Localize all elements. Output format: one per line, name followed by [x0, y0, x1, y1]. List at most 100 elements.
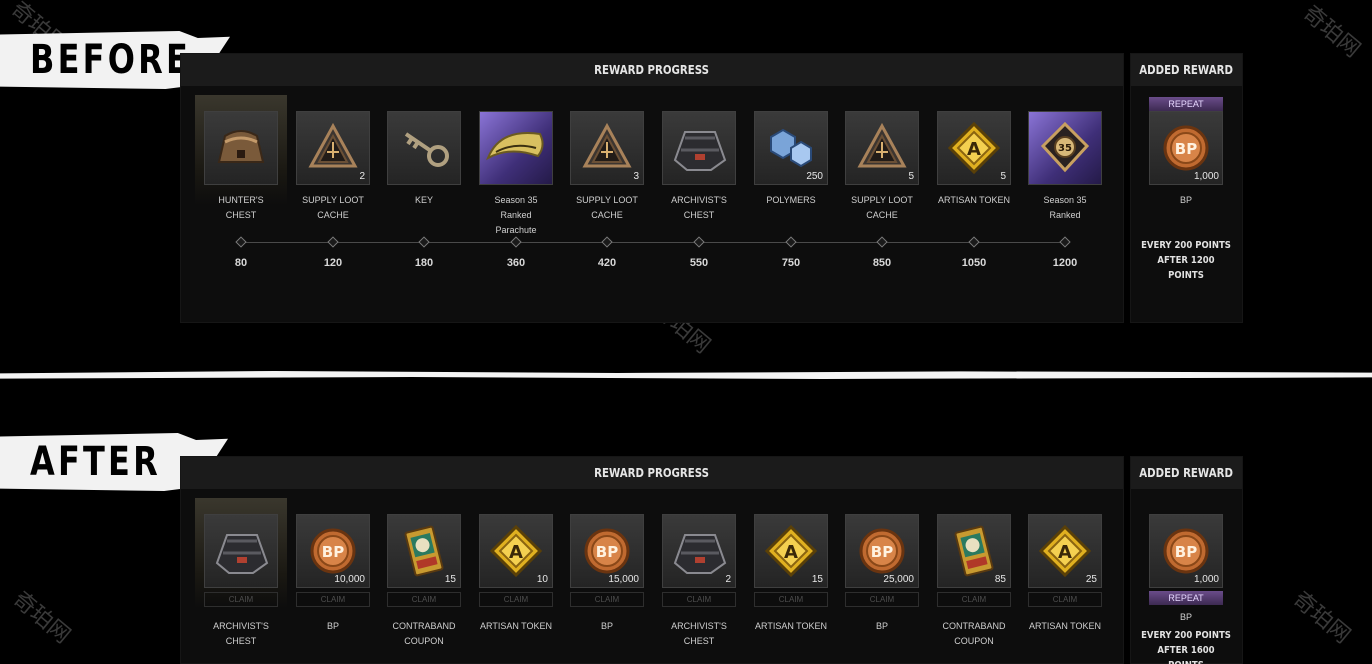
points-threshold: 750: [781, 257, 801, 269]
quantity: 5: [1000, 171, 1006, 182]
before-reward-slot[interactable]: KEY: [387, 111, 461, 208]
reward-name: BP: [600, 621, 613, 631]
svg-text:BP: BP: [871, 543, 893, 561]
quantity: 10,000: [334, 574, 365, 585]
quantity: 3: [633, 171, 639, 182]
artisan-token-icon: A 10: [479, 514, 553, 588]
points-threshold: 1050: [961, 257, 987, 269]
before-reward-slot[interactable]: Season 35 Ranked Parachute: [479, 111, 553, 238]
reward-name: ARCHIVIST'S CHEST: [671, 621, 727, 646]
section-divider: [0, 371, 1372, 379]
contraband-coupon-icon: 15: [387, 514, 461, 588]
svg-text:BP: BP: [1175, 543, 1197, 561]
before-reward-slot[interactable]: 250 POLYMERS: [754, 111, 828, 208]
after-reward-slot[interactable]: BP 25,000 CLAIM BP: [845, 514, 919, 634]
parachute-icon: [479, 111, 553, 185]
reward-name: BP: [875, 621, 888, 631]
points-threshold: 120: [323, 257, 343, 269]
reward-name: Season 35 Ranked: [1043, 195, 1087, 220]
reward-name: POLYMERS: [766, 195, 816, 205]
quantity: 10: [536, 574, 548, 585]
after-reward-slot[interactable]: A 15 CLAIM ARTISAN TOKEN: [754, 514, 828, 634]
bp-coin-icon: BP 25,000: [845, 514, 919, 588]
reward-name: KEY: [414, 195, 433, 205]
quantity: 5: [908, 171, 914, 182]
after-reward-slot[interactable]: 15 CLAIM CONTRABAND COUPON: [387, 514, 461, 649]
after-added-reward-name: BP: [1179, 612, 1192, 622]
points-threshold: 180: [414, 257, 434, 269]
before-added-reward-slot[interactable]: BP 1,000 BP: [1149, 111, 1223, 208]
after-reward-slot[interactable]: 85 CLAIM CONTRABAND COUPON: [937, 514, 1011, 649]
points-threshold: 1200: [1052, 257, 1078, 269]
reward-name: BP: [326, 621, 339, 631]
after-added-reward-slot[interactable]: BP 1,000: [1149, 514, 1223, 588]
before-reward-slot[interactable]: A 5 ARTISAN TOKEN: [937, 111, 1011, 208]
after-reward-slot[interactable]: A 25 CLAIM ARTISAN TOKEN: [1028, 514, 1102, 634]
after-added-note: EVERY 200 POINTS AFTER 1600 POINTS: [1141, 630, 1231, 664]
reward-name: ARTISAN TOKEN: [754, 621, 828, 631]
reward-name: CONTRABAND COUPON: [392, 621, 456, 646]
before-reward-slot[interactable]: 35 Season 35 Ranked: [1028, 111, 1102, 223]
points-threshold: 420: [597, 257, 617, 269]
season-35-badge-icon: 35: [1028, 111, 1102, 185]
claim-button[interactable]: CLAIM: [204, 592, 278, 607]
quantity: 2: [725, 574, 731, 585]
before-reward-slot[interactable]: 3 SUPPLY LOOT CACHE: [570, 111, 644, 223]
after-reward-slot[interactable]: BP 10,000 CLAIM BP: [296, 514, 370, 634]
after-label-text: AFTER: [30, 439, 161, 485]
before-added-note: EVERY 200 POINTS AFTER 1200 POINTS: [1141, 240, 1231, 281]
watermark: 奇珀网: [1288, 587, 1355, 649]
archivist-chest-icon: 2: [662, 514, 736, 588]
quantity: 15: [811, 574, 823, 585]
points-threshold: 360: [506, 257, 526, 269]
points-threshold: 80: [234, 257, 248, 269]
watermark: 奇珀网: [8, 587, 75, 649]
claim-button[interactable]: CLAIM: [387, 592, 461, 607]
svg-text:35: 35: [1058, 143, 1072, 154]
before-panel-title: REWARD PROGRESS: [181, 54, 1123, 86]
artisan-token-icon: A 25: [1028, 514, 1102, 588]
before-reward-slot[interactable]: HUNTER'S CHEST: [195, 95, 287, 223]
before-repeat-badge: REPEAT: [1149, 97, 1223, 111]
svg-text:A: A: [784, 542, 798, 563]
quantity: 85: [994, 574, 1006, 585]
claim-button[interactable]: CLAIM: [937, 592, 1011, 607]
after-reward-slot[interactable]: CLAIM ARCHIVIST'S CHEST: [195, 498, 287, 649]
before-added-title: ADDED REWARD: [1131, 54, 1242, 86]
claim-button[interactable]: CLAIM: [296, 592, 370, 607]
quantity: 15,000: [608, 574, 639, 585]
before-reward-slot[interactable]: 2 SUPPLY LOOT CACHE: [296, 111, 370, 223]
quantity: 1,000: [1193, 574, 1219, 585]
claim-button[interactable]: CLAIM: [754, 592, 828, 607]
claim-button[interactable]: CLAIM: [845, 592, 919, 607]
before-reward-slot[interactable]: ARCHIVIST'S CHEST: [662, 111, 736, 223]
svg-text:A: A: [509, 542, 523, 563]
claim-button[interactable]: CLAIM: [479, 592, 553, 607]
quantity: 2: [359, 171, 365, 182]
claim-button[interactable]: CLAIM: [662, 592, 736, 607]
before-reward-slot[interactable]: 5 SUPPLY LOOT CACHE: [845, 111, 919, 223]
claim-button[interactable]: CLAIM: [1028, 592, 1102, 607]
after-reward-slot[interactable]: 2 CLAIM ARCHIVIST'S CHEST: [662, 514, 736, 649]
archivist-chest-icon: [204, 514, 278, 588]
quantity: 25: [1085, 574, 1097, 585]
reward-name: ARTISAN TOKEN: [937, 195, 1011, 205]
watermark: 奇珀网: [1298, 1, 1365, 63]
reward-name: SUPPLY LOOT CACHE: [302, 195, 364, 220]
supply-loot-cache-icon: 5: [845, 111, 919, 185]
bp-coin-icon: BP 10,000: [296, 514, 370, 588]
quantity: 1,000: [1193, 171, 1219, 182]
points-threshold: 850: [872, 257, 892, 269]
before-label-text: BEFORE: [30, 37, 192, 83]
after-reward-slot[interactable]: A 10 CLAIM ARTISAN TOKEN: [479, 514, 553, 634]
hunters-chest-icon: [204, 111, 278, 185]
before-progress-track: [240, 242, 1064, 243]
after-reward-slot[interactable]: BP 15,000 CLAIM BP: [570, 514, 644, 634]
reward-name: HUNTER'S CHEST: [218, 195, 264, 220]
reward-name: ARTISAN TOKEN: [479, 621, 553, 631]
after-added-title: ADDED REWARD: [1131, 457, 1242, 489]
quantity: 25,000: [883, 574, 914, 585]
svg-text:BP: BP: [322, 543, 344, 561]
bp-coin-icon: BP 15,000: [570, 514, 644, 588]
claim-button[interactable]: CLAIM: [570, 592, 644, 607]
